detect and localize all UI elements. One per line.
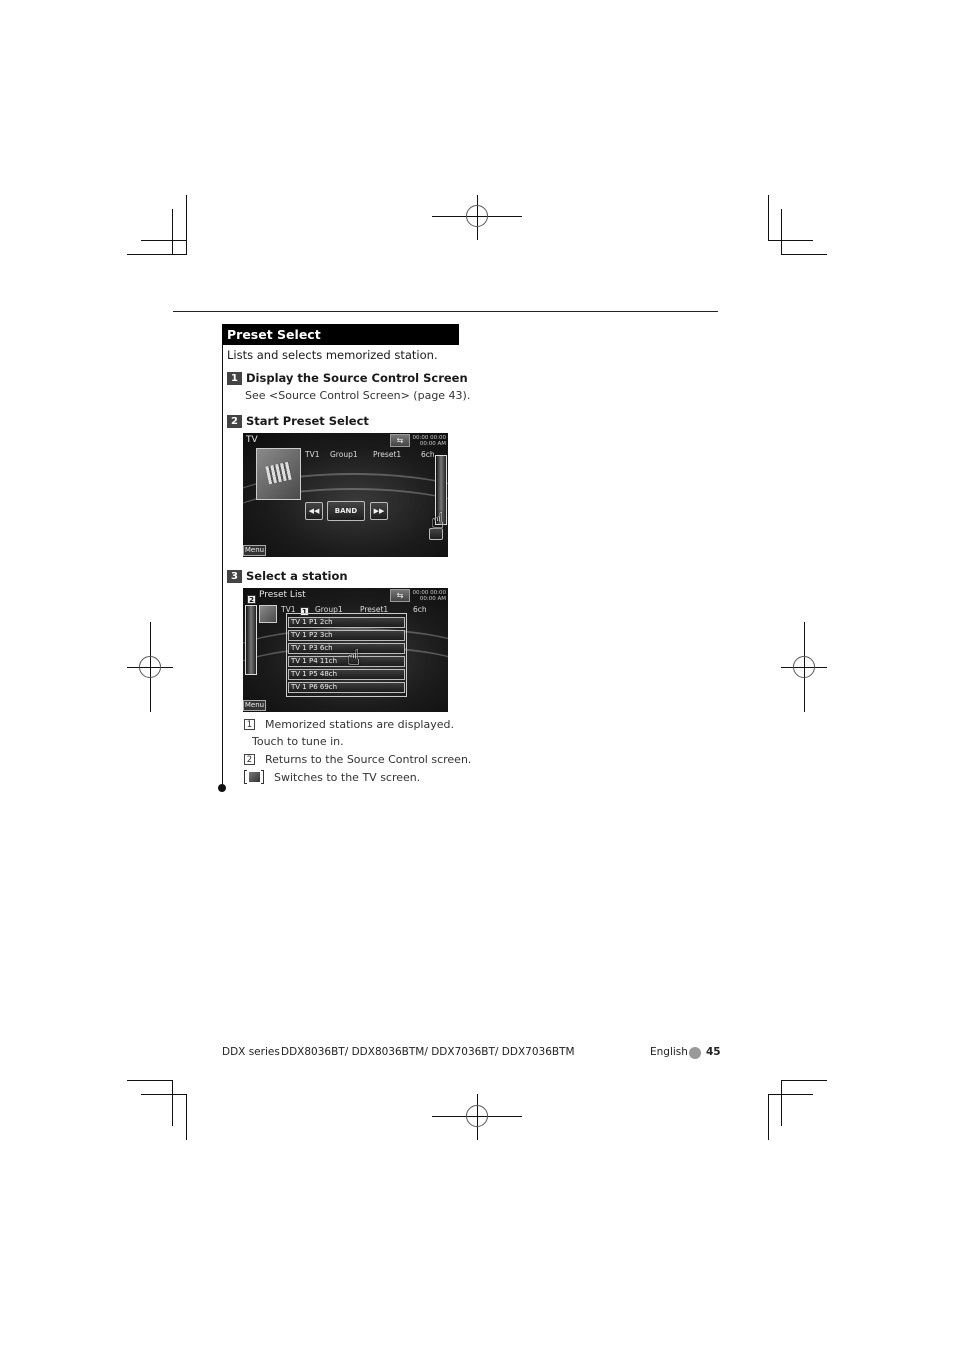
band-label: TV1 [305,450,320,459]
crop-mark [768,1094,769,1140]
note-text: Returns to the Source Control screen. [265,753,472,766]
source-control-screen: TV ⇆ 00:00 00:00 00:00 AM TV1 Group1 Pres… [243,433,448,557]
section-end-dot [218,784,226,792]
crop-mark [781,254,827,255]
crop-mark [186,195,187,255]
step-number: 1 [227,371,242,385]
band-button[interactable]: BAND [327,501,365,521]
step-2: 2 Start Preset Select [227,414,369,428]
step-label: Display the Source Control Screen [246,371,468,385]
touch-hand-icon: ☝ [431,509,445,534]
crop-mark [141,1094,187,1095]
crop-mark [127,1080,173,1081]
step-number: 2 [227,414,242,428]
preset-label: Preset1 [373,450,402,459]
footer-language: English [650,1046,688,1058]
note-text: Switches to the TV screen. [274,770,421,784]
channel-label: 6ch [413,605,427,614]
menu-button[interactable]: Menu [243,700,266,711]
next-button[interactable]: ▶▶ [370,502,388,520]
crop-mark [172,1080,173,1126]
touch-hand-icon: ☝ [347,646,361,671]
screen-title: Preset List [259,590,306,600]
note-marker: 1 [244,719,255,730]
step-label: Select a station [246,569,348,583]
crop-mark [768,195,769,241]
preset-item[interactable]: TV 1 P6 69ch [288,682,405,693]
tv-video-icon [244,770,264,784]
step-3: 3 Select a station [227,569,348,583]
note-marker: 2 [244,754,255,765]
step-number: 3 [227,569,242,583]
note-2: 2 Returns to the Source Control screen. [244,753,471,766]
note-1: 1 Memorized stations are displayed. [244,718,454,731]
preset-item[interactable]: TV 1 P2 3ch [288,630,405,641]
group-label: Group1 [330,450,358,459]
note-3: Switches to the TV screen. [244,770,420,784]
section-side-rule [222,330,223,788]
crop-mark [768,1094,813,1095]
swap-icon[interactable]: ⇆ [390,434,410,447]
note-text: Touch to tune in. [252,735,344,748]
clock: 00:00 00:00 00:00 AM [412,590,446,602]
return-source-handle[interactable] [245,605,257,675]
preset-list-screen: Preset List ⇆ 00:00 00:00 00:00 AM 2 TV1 … [243,588,448,712]
note-text: Memorized stations are displayed. [265,718,454,731]
callout-2: 2 [247,595,256,604]
screen-title: TV [246,435,258,445]
preset-item[interactable]: TV 1 P1 2ch [288,617,405,628]
crop-mark [172,209,173,255]
crop-mark [186,1094,187,1140]
footer-series: DDX series [222,1046,280,1058]
section-title: Preset Select [222,324,459,345]
crop-mark [781,1080,782,1126]
crop-mark [768,240,813,241]
step-label: Start Preset Select [246,414,369,428]
header-rule [173,311,718,312]
page-number: 45 [706,1046,721,1058]
tv-video-icon[interactable] [256,448,301,500]
prev-button[interactable]: ◀◀ [305,502,323,520]
footer-models: DDX8036BT/ DDX8036BTM/ DDX7036BT/ DDX703… [281,1046,575,1058]
step-1: 1 Display the Source Control Screen [227,371,468,385]
tv-video-icon[interactable] [259,605,277,623]
crop-mark [127,254,187,255]
footer-dot [689,1047,701,1059]
note-1-continued: Touch to tune in. [252,735,344,748]
crop-mark [781,1080,827,1081]
clock: 00:00 00:00 00:00 AM [412,435,446,447]
crop-mark [141,240,187,241]
step-1-detail: See <Source Control Screen> (page 43). [245,389,471,402]
swap-icon[interactable]: ⇆ [390,589,410,602]
crop-mark [781,209,782,255]
channel-label: 6ch [421,450,435,459]
menu-button[interactable]: Menu [243,545,266,556]
section-description: Lists and selects memorized station. [227,348,438,362]
